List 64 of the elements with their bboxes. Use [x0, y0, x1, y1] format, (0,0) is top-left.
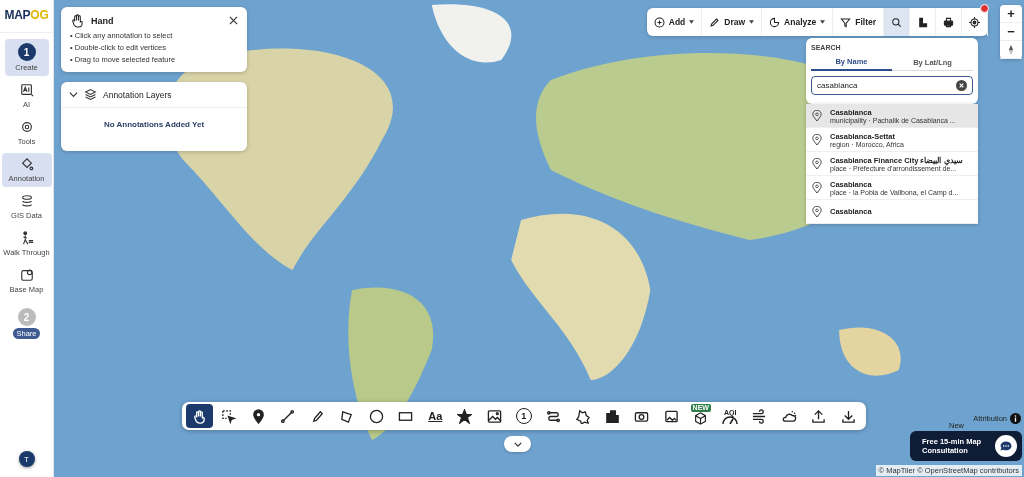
selection-icon — [221, 408, 237, 424]
tool-button[interactable] — [186, 404, 213, 428]
paint-bucket-icon — [19, 157, 34, 171]
zoom-out-button[interactable]: − — [1000, 23, 1022, 41]
filter-icon — [840, 16, 852, 28]
chevron-icon — [513, 441, 522, 447]
tool-button[interactable]: 1 — [510, 404, 537, 428]
building-icon — [604, 408, 620, 424]
photo-icon — [663, 408, 679, 424]
pin-icon — [250, 408, 266, 424]
toolbar-button[interactable]: Draw — [702, 8, 763, 36]
hand-icon — [70, 13, 85, 28]
info-icon[interactable] — [1010, 413, 1021, 424]
layers-icon — [19, 194, 34, 208]
printer-icon — [943, 16, 954, 28]
chevron-icon — [69, 90, 78, 99]
pie-chart-icon — [769, 16, 781, 28]
clear-icon[interactable] — [956, 80, 967, 91]
search-field[interactable]: casablanca — [811, 76, 973, 95]
plus-circle-icon — [653, 16, 665, 28]
polygon-icon — [339, 408, 355, 424]
circle-icon — [368, 408, 384, 424]
star-icon — [457, 408, 473, 424]
pin-icon — [812, 181, 822, 194]
user-avatar[interactable]: T — [18, 451, 35, 467]
layers-icon — [84, 88, 97, 101]
route-icon — [545, 408, 561, 424]
panel-title: Hand — [91, 15, 115, 26]
cube-icon — [694, 412, 708, 425]
step-number: 2 — [17, 308, 36, 326]
caret-icon — [820, 20, 826, 24]
upload-icon — [811, 408, 827, 424]
pin-icon — [812, 109, 822, 122]
crosshair-icon — [969, 16, 980, 28]
pencil-icon — [709, 16, 721, 28]
gear-icon — [19, 120, 34, 134]
gauge-icon — [722, 415, 739, 424]
empty-message: No Annotations Added Yet — [102, 120, 206, 129]
caret-icon — [689, 20, 695, 24]
panel-title: Annotation Layers — [103, 89, 172, 100]
tool-button[interactable]: Aa — [422, 404, 449, 428]
pin-icon — [812, 133, 822, 146]
caret-icon — [749, 20, 755, 24]
search-icon — [891, 16, 902, 28]
chat-icon — [995, 435, 1017, 457]
layers-header[interactable]: Annotation Layers — [61, 82, 247, 108]
toolbar-button[interactable]: Analyze — [762, 8, 834, 36]
close-icon — [229, 16, 238, 25]
ai-icon — [19, 83, 34, 97]
step-number: 1 — [17, 43, 36, 61]
hand-icon — [191, 408, 207, 424]
pin-icon — [812, 157, 822, 170]
line-icon — [280, 408, 296, 424]
toolbar-button[interactable]: Add — [646, 8, 703, 36]
logo: MAPOG — [0, 0, 53, 33]
wind-icon — [752, 408, 768, 424]
image-icon — [486, 408, 502, 424]
collapse-button[interactable] — [504, 436, 531, 452]
pin-icon — [812, 205, 822, 218]
freeform-shape-icon — [575, 408, 591, 424]
compass-icon — [1008, 44, 1014, 55]
zoom-in-button[interactable]: + — [1000, 5, 1022, 23]
sun-cloud-icon — [781, 408, 797, 424]
download-icon — [840, 408, 856, 424]
